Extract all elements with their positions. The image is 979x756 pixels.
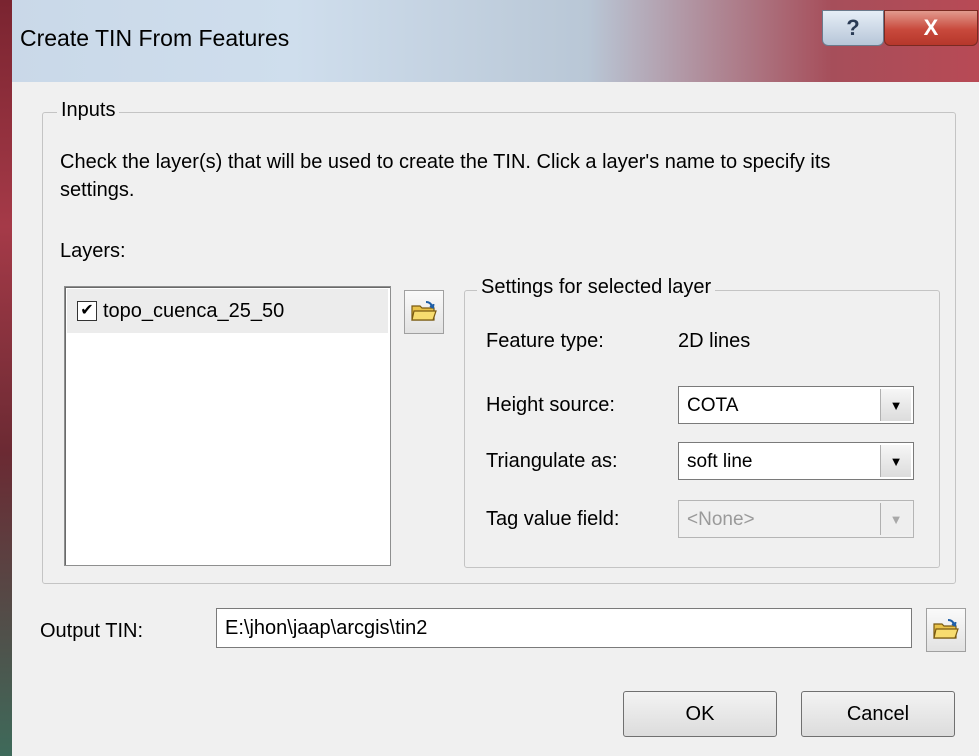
inputs-legend: Inputs bbox=[57, 99, 120, 122]
output-tin-field[interactable]: E:\jhon\jaap\arcgis\tin2 bbox=[216, 608, 912, 648]
close-button[interactable]: X bbox=[884, 10, 978, 46]
cancel-button[interactable]: Cancel bbox=[801, 691, 955, 737]
height-source-label: Height source: bbox=[486, 394, 615, 416]
browse-output-button[interactable] bbox=[926, 608, 966, 652]
feature-type-label: Feature type: bbox=[486, 330, 604, 352]
layer-row[interactable]: ✔ topo_cuenca_25_50 bbox=[67, 289, 388, 333]
triangulate-value: soft line bbox=[687, 451, 753, 472]
chevron-down-icon: ▼ bbox=[880, 503, 911, 535]
chevron-down-icon[interactable]: ▼ bbox=[880, 389, 911, 421]
title-bar: Create TIN From Features ? X bbox=[0, 0, 979, 82]
checkmark-icon: ✔ bbox=[80, 302, 94, 319]
layer-name[interactable]: topo_cuenca_25_50 bbox=[103, 300, 284, 323]
dialog-body: Inputs Check the layer(s) that will be u… bbox=[12, 82, 979, 756]
settings-legend: Settings for selected layer bbox=[477, 276, 716, 299]
height-source-select[interactable]: COTA ▼ bbox=[678, 386, 914, 424]
help-button[interactable]: ? bbox=[822, 10, 884, 46]
layers-label: Layers: bbox=[60, 240, 126, 262]
add-layer-button[interactable] bbox=[404, 290, 444, 334]
chevron-down-icon[interactable]: ▼ bbox=[880, 445, 911, 477]
height-source-value: COTA bbox=[687, 395, 739, 416]
tag-field-label: Tag value field: bbox=[486, 508, 620, 530]
window-edge bbox=[0, 0, 12, 756]
output-tin-label: Output TIN: bbox=[40, 620, 144, 642]
tag-field-select: <None> ▼ bbox=[678, 500, 914, 538]
layer-checkbox[interactable]: ✔ bbox=[77, 301, 97, 321]
ok-button[interactable]: OK bbox=[623, 691, 777, 737]
feature-type-value: 2D lines bbox=[678, 330, 751, 352]
open-folder-icon bbox=[933, 619, 959, 639]
help-icon: ? bbox=[846, 15, 860, 40]
tag-field-value: <None> bbox=[687, 509, 755, 530]
close-icon: X bbox=[923, 15, 939, 40]
window-title: Create TIN From Features bbox=[20, 25, 290, 51]
layer-list[interactable]: ✔ topo_cuenca_25_50 bbox=[64, 286, 391, 566]
triangulate-select[interactable]: soft line ▼ bbox=[678, 442, 914, 480]
inputs-description: Check the layer(s) that will be used to … bbox=[60, 151, 831, 201]
triangulate-label: Triangulate as: bbox=[486, 450, 618, 472]
open-folder-icon bbox=[411, 301, 437, 321]
